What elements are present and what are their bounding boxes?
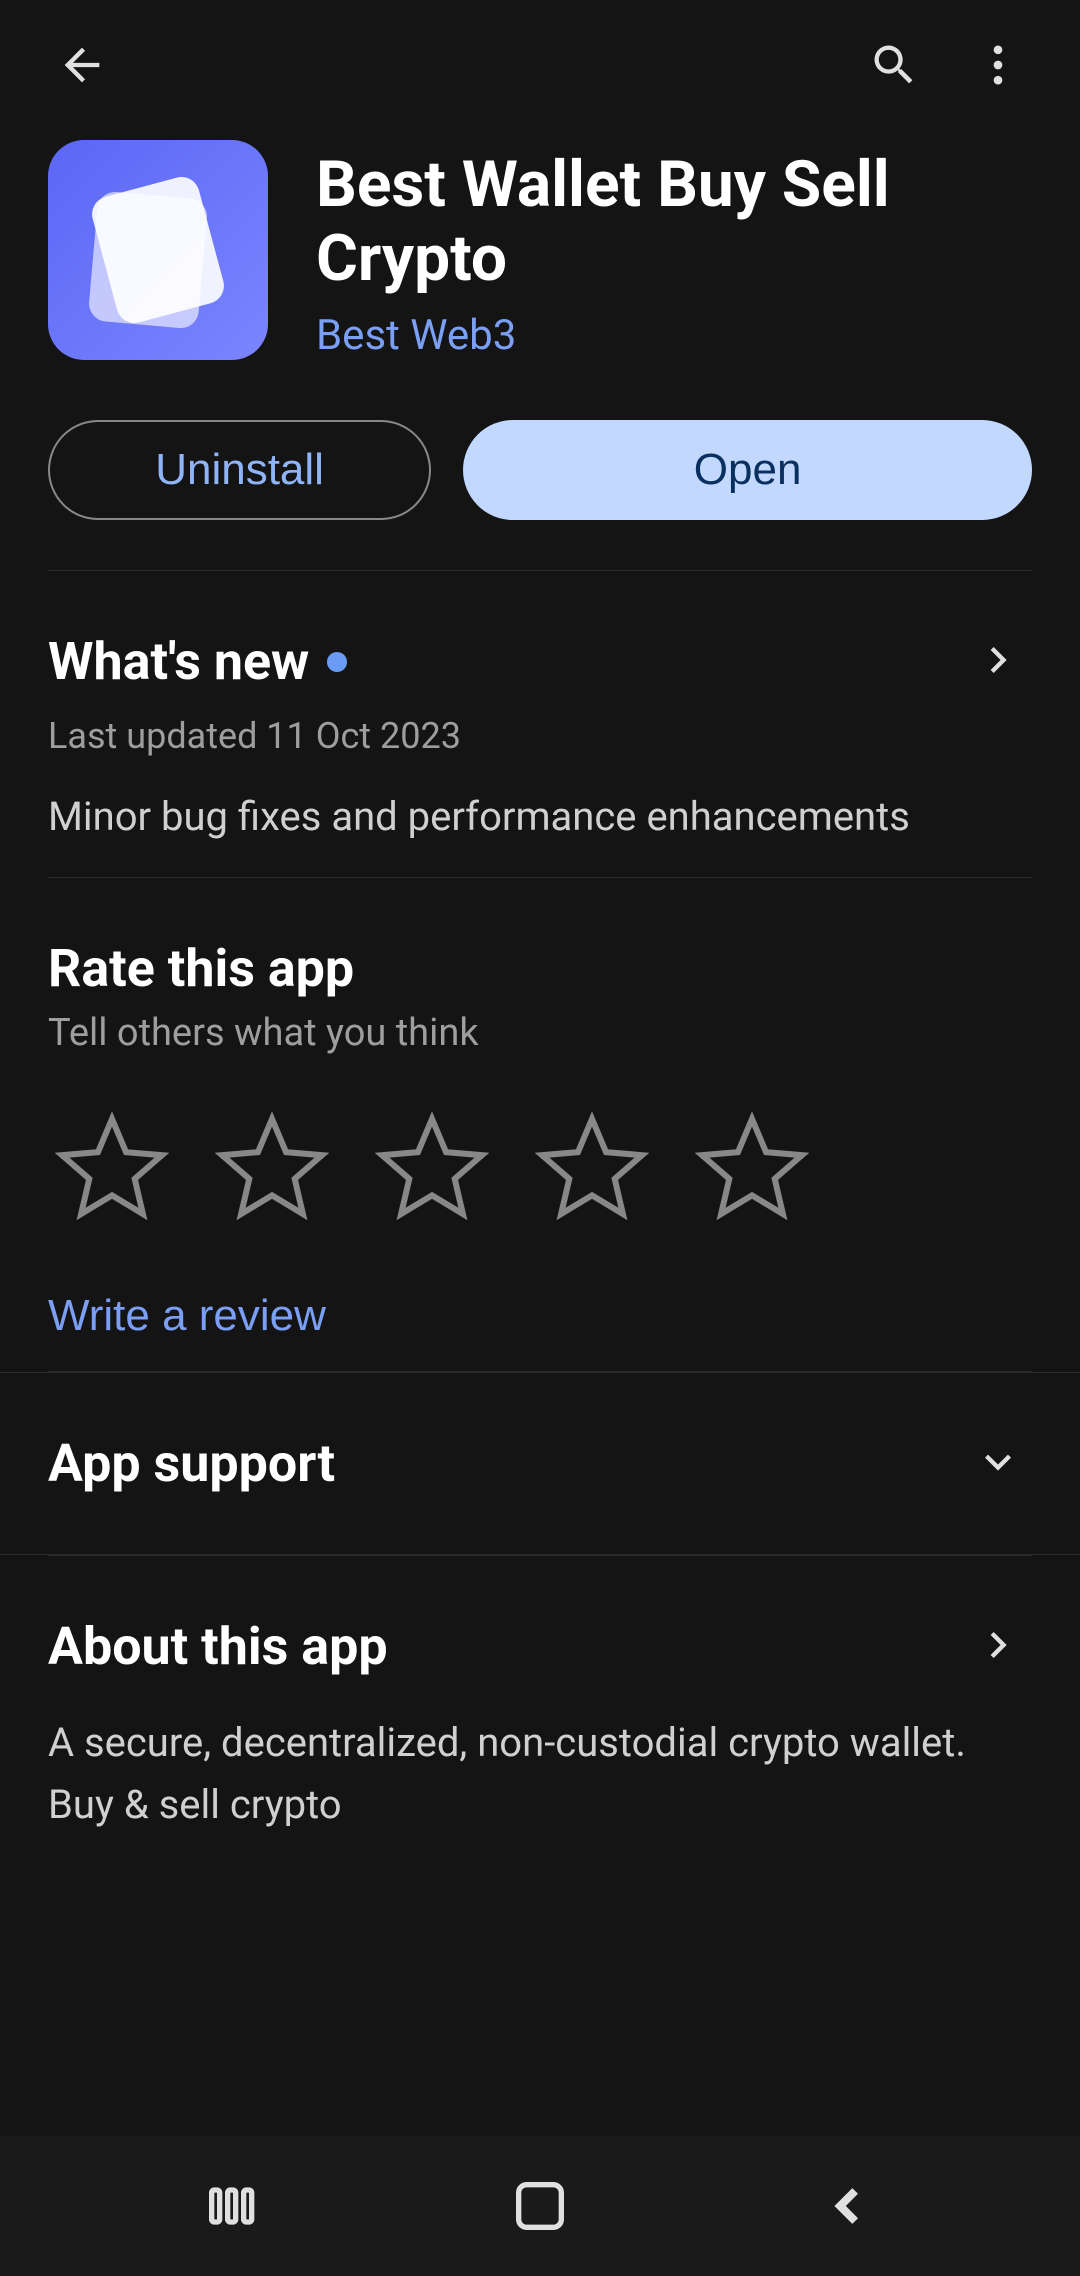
- star-3[interactable]: [368, 1105, 496, 1236]
- star-2[interactable]: [208, 1105, 336, 1236]
- back-nav-button[interactable]: [799, 2158, 895, 2254]
- search-button[interactable]: [860, 31, 928, 99]
- update-description: Minor bug fixes and performance enhancem…: [48, 787, 1032, 847]
- star-1[interactable]: [48, 1105, 176, 1236]
- whats-new-title-row: What's new: [48, 631, 347, 692]
- app-header: Best Wallet Buy Sell Crypto Best Web3: [0, 110, 1080, 400]
- whats-new-header: What's new: [48, 626, 1032, 697]
- top-bar: [0, 0, 1080, 110]
- about-description: A secure, decentralized, non-custodial c…: [48, 1712, 1032, 1836]
- action-buttons: Uninstall Open: [0, 400, 1080, 570]
- about-arrow-button[interactable]: [964, 1611, 1032, 1682]
- rate-section: Rate this app Tell others what you think: [0, 878, 1080, 1371]
- app-support-chevron[interactable]: [964, 1428, 1032, 1499]
- bottom-spacer: [0, 1876, 1080, 2036]
- app-support-section: App support: [0, 1372, 1080, 1555]
- rate-title: Rate this app: [48, 938, 1032, 999]
- app-icon-inner: [93, 185, 223, 315]
- app-title: Best Wallet Buy Sell Crypto: [316, 148, 1032, 295]
- blue-dot-indicator: [327, 652, 347, 672]
- open-button[interactable]: Open: [463, 420, 1032, 520]
- recent-apps-button[interactable]: [185, 2158, 281, 2254]
- rate-subtitle: Tell others what you think: [48, 1011, 1032, 1055]
- write-review-button[interactable]: Write a review: [48, 1291, 326, 1341]
- app-support-header[interactable]: App support: [48, 1428, 1032, 1499]
- whats-new-section: What's new Last updated 11 Oct 2023 Mino…: [0, 571, 1080, 877]
- top-bar-actions: [860, 31, 1032, 99]
- back-button[interactable]: [48, 31, 116, 99]
- about-section: About this app A secure, decentralized, …: [0, 1556, 1080, 1876]
- stars-row: [48, 1105, 1032, 1236]
- app-support-title: App support: [48, 1433, 335, 1494]
- last-updated-text: Last updated 11 Oct 2023: [48, 715, 1032, 757]
- about-title: About this app: [48, 1616, 388, 1677]
- star-4[interactable]: [528, 1105, 656, 1236]
- bottom-nav: [0, 2136, 1080, 2276]
- uninstall-button[interactable]: Uninstall: [48, 420, 431, 520]
- home-button[interactable]: [492, 2158, 588, 2254]
- whats-new-arrow-button[interactable]: [964, 626, 1032, 697]
- about-header: About this app: [48, 1611, 1032, 1682]
- app-info: Best Wallet Buy Sell Crypto Best Web3: [316, 140, 1032, 360]
- star-5[interactable]: [688, 1105, 816, 1236]
- app-icon: [48, 140, 268, 360]
- more-options-button[interactable]: [964, 31, 1032, 99]
- whats-new-title: What's new: [48, 631, 309, 692]
- app-developer[interactable]: Best Web3: [316, 311, 1032, 360]
